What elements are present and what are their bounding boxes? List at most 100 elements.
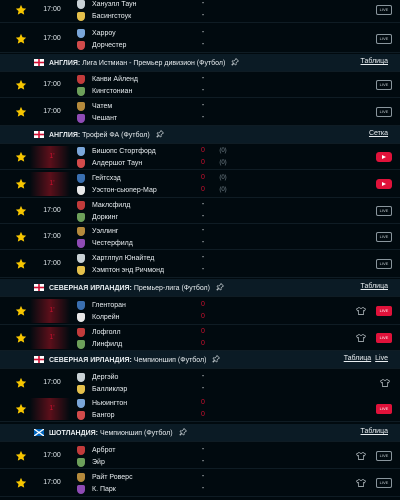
star-icon[interactable] (15, 4, 27, 16)
match-minute: 1' (49, 153, 55, 160)
team-crest (77, 410, 85, 420)
team-crest (77, 0, 85, 9)
home-team: Маклсфилд (77, 199, 130, 211)
match-row[interactable]: 17:00 Канви Айленд - Кингстониан - LIVE (0, 72, 400, 98)
star-icon[interactable] (15, 205, 27, 217)
away-score: - (201, 266, 205, 273)
league-link[interactable]: Сетка (369, 130, 388, 137)
match-row[interactable]: 1' Лофголл 0 Линфилд 0 LIVE (0, 325, 400, 351)
league-links: Таблица (361, 58, 388, 65)
league-name: Трофей ФА (Футбол) (82, 132, 150, 139)
pin-icon[interactable] (216, 283, 224, 291)
star-icon[interactable] (15, 231, 27, 243)
home-team: Дергэйо (77, 371, 118, 383)
match-time: 17:00 (43, 260, 61, 267)
tv-live-icon[interactable]: LIVE (376, 259, 392, 269)
tv-live-icon[interactable]: LIVE (376, 404, 392, 414)
away-team-name: Кингстониан (92, 87, 133, 95)
scotland-flag-icon (34, 429, 44, 436)
home-team-name: Гейтсхэд (92, 174, 121, 182)
league-link[interactable]: Live (375, 355, 388, 362)
tv-live-icon[interactable]: LIVE (376, 333, 392, 343)
match-row[interactable]: 17:00 Хартлпул Юнайтед - Хэмптон энд Ричмон… (0, 250, 400, 278)
match-row[interactable]: 17:00 Хануэлл Таун - Басингстоук - LIVE (0, 0, 400, 23)
match-row[interactable]: 17:00 Арброт - Эйр - LIVE (0, 443, 400, 469)
away-halftime-score: (0) (219, 187, 227, 193)
match-row[interactable]: 1' Ньюингтон 0 Бангор 0 LIVE (0, 396, 400, 422)
match-row[interactable]: 17:00 Дергэйо - Балликлэр - (0, 369, 400, 397)
away-team: К. Парк (77, 483, 116, 495)
match-row[interactable]: 1' Бишопс Стортфорд 0 (0) Алдершот Таун 0 (0) (0, 144, 400, 170)
play-icon[interactable] (376, 179, 392, 189)
star-icon[interactable] (15, 106, 27, 118)
away-score: - (201, 458, 205, 465)
star-icon[interactable] (15, 332, 27, 344)
team-crest (77, 398, 85, 408)
match-row[interactable]: 1' Гейтсхэд 0 (0) Уэстон-сьюпер-Мар 0 (0) (0, 170, 400, 198)
tv-live-icon[interactable]: LIVE (376, 5, 392, 15)
star-icon[interactable] (15, 305, 27, 317)
league-link[interactable]: Таблица (344, 355, 371, 362)
league-title: СЕВЕРНАЯ ИРЛАНДИЯ: Премьер-лига (Футбол) (49, 283, 224, 292)
star-icon[interactable] (15, 377, 27, 389)
away-score: - (201, 41, 205, 48)
play-icon[interactable] (376, 152, 392, 162)
match-row[interactable]: 17:00 Маклсфилд - Доркинг - LIVE (0, 198, 400, 224)
match-minute: 1' (49, 405, 55, 412)
match-row[interactable]: 17:00 Чатем - Чешант - LIVE (0, 98, 400, 126)
pin-icon[interactable] (178, 428, 187, 436)
team-crest (77, 28, 85, 38)
pin-icon[interactable] (212, 355, 221, 363)
away-score: - (201, 114, 205, 121)
match-row[interactable]: 17:00 Райт Роверс - К. Парк - LIVE (0, 469, 400, 497)
away-score: - (201, 12, 205, 19)
tv-live-icon[interactable]: LIVE (376, 232, 392, 242)
away-team: Бангор (77, 409, 115, 421)
star-icon[interactable] (15, 79, 27, 91)
home-team: Райт Роверс (77, 471, 133, 483)
tv-live-icon[interactable]: LIVE (376, 306, 392, 316)
lineup-shirt-icon[interactable] (356, 479, 366, 487)
league-country: СЕВЕРНАЯ ИРЛАНДИЯ: (49, 285, 132, 292)
lineup-shirt-icon[interactable] (356, 452, 366, 460)
league-country: АНГЛИЯ: (49, 132, 81, 139)
pin-icon[interactable] (231, 58, 240, 66)
league-link[interactable]: Таблица (361, 428, 388, 435)
home-team-name: Гленторан (92, 301, 126, 309)
match-row[interactable]: 1' Гленторан 0 Колрейн 0 LIVE (0, 297, 400, 325)
league-link[interactable]: Таблица (361, 58, 388, 65)
league-header: ШОТЛАНДИЯ: Чемпионшип (Футбол) Таблица (0, 424, 400, 442)
star-icon[interactable] (15, 258, 27, 270)
england-flag-icon (34, 131, 44, 138)
home-score: - (201, 254, 205, 261)
team-crest (77, 445, 85, 455)
home-score: - (201, 473, 205, 480)
team-crest (77, 101, 85, 111)
star-icon[interactable] (15, 403, 27, 415)
star-icon[interactable] (15, 151, 27, 163)
tv-live-icon[interactable]: LIVE (376, 34, 392, 44)
away-score: - (201, 213, 205, 220)
away-team: Эйр (77, 456, 105, 468)
tv-live-icon[interactable]: LIVE (376, 451, 392, 461)
match-time: 17:00 (43, 6, 61, 13)
away-team: Басингстоук (77, 10, 131, 22)
tv-live-icon[interactable]: LIVE (376, 80, 392, 90)
star-icon[interactable] (15, 33, 27, 45)
star-icon[interactable] (15, 178, 27, 190)
tv-live-icon[interactable]: LIVE (376, 107, 392, 117)
home-team-name: Арброт (92, 446, 116, 454)
home-halftime-score: (0) (219, 148, 227, 154)
match-row[interactable]: 17:00 Уэллинг - Честерфилд - LIVE (0, 224, 400, 250)
tv-live-icon[interactable]: LIVE (376, 206, 392, 216)
league-link[interactable]: Таблица (361, 283, 388, 290)
match-row[interactable]: 17:00 Харроу - Дорчестер - LIVE (0, 25, 400, 53)
lineup-shirt-icon[interactable] (356, 307, 366, 315)
pin-icon[interactable] (155, 130, 164, 138)
team-crest (77, 372, 85, 382)
star-icon[interactable] (15, 477, 27, 489)
lineup-shirt-icon[interactable] (356, 334, 366, 342)
star-icon[interactable] (15, 450, 27, 462)
lineup-shirt-icon[interactable] (380, 379, 390, 387)
tv-live-icon[interactable]: LIVE (376, 478, 392, 488)
